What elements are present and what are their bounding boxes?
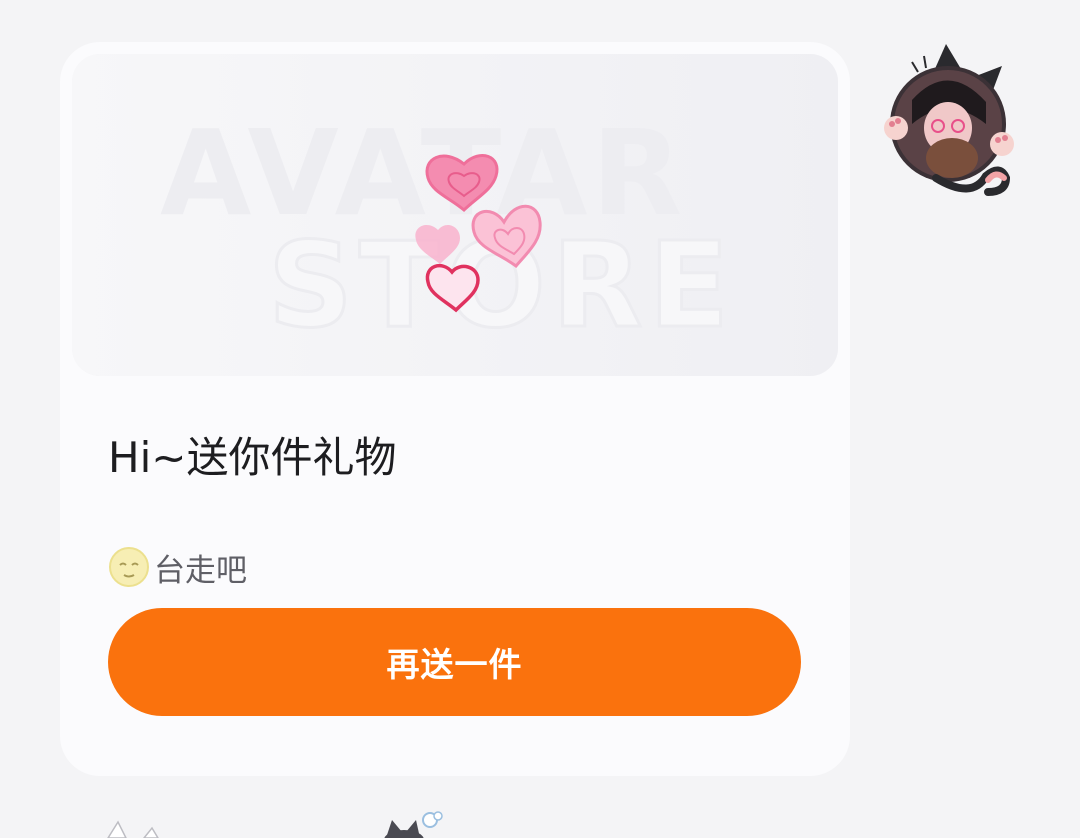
next-message-cat-avatar-icon xyxy=(380,810,446,838)
gift-title: Hi~送你件礼物 xyxy=(108,433,397,482)
gift-message-text: 台走吧 xyxy=(154,552,247,589)
cat-ear-girl-avatar-icon xyxy=(884,44,1014,196)
next-message-avatar-icon xyxy=(104,818,164,838)
send-again-button[interactable]: 再送一件 xyxy=(108,608,801,716)
avatar-store-banner: AVATAR STORE xyxy=(72,54,838,376)
gift-card[interactable]: AVATAR STORE Hi~送你件礼物 台走吧 再送一件 xyxy=(60,42,850,776)
chat-page: AVATAR STORE Hi~送你件礼物 台走吧 再送一件 xyxy=(0,0,1080,838)
sender-avatar[interactable] xyxy=(876,40,1026,198)
moon-face-emoji-icon xyxy=(108,546,150,588)
gift-message: 台走吧 xyxy=(108,544,247,590)
banner-art: AVATAR STORE xyxy=(72,54,838,376)
